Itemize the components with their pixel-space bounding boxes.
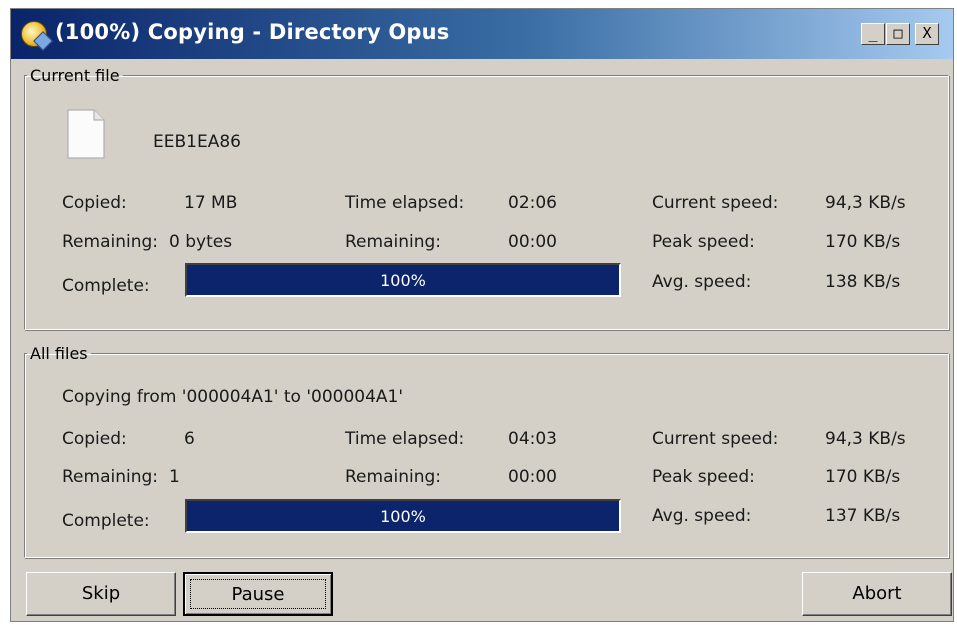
close-button[interactable]: X [915, 23, 939, 45]
skip-button-label: Skip [81, 583, 121, 604]
all-avg-speed-label: Avg. speed: [652, 506, 752, 526]
current-file-legend: Current file [30, 66, 120, 85]
all-avg-speed-value: 137 KB/s [825, 506, 901, 526]
copy-dialog-window: (100%) Copying - Directory Opus _ □ X Cu… [10, 8, 954, 622]
current-copied-value: 17 MB [184, 193, 238, 213]
current-file-progress-text: 100% [380, 271, 426, 290]
all-peak-speed-label: Peak speed: [652, 467, 755, 487]
minimize-button[interactable]: _ [861, 23, 885, 45]
all-current-speed-value: 94,3 KB/s [825, 429, 906, 449]
all-time-elapsed-label: Time elapsed: [345, 429, 465, 449]
file-icon [67, 109, 105, 159]
current-file-progress-bar: 100% [185, 263, 621, 297]
pause-button[interactable]: Pause [183, 572, 333, 616]
all-complete-label: Complete: [62, 511, 150, 531]
all-current-speed-label: Current speed: [652, 429, 779, 449]
current-time-elapsed-value: 02:06 [508, 193, 557, 213]
title-bar[interactable]: (100%) Copying - Directory Opus _ □ X [11, 9, 953, 59]
all-copied-label: Copied: [62, 429, 127, 449]
all-peak-speed-value: 170 KB/s [825, 467, 901, 487]
current-peak-speed-label: Peak speed: [652, 232, 755, 252]
all-remaining-value: 1 [169, 467, 180, 487]
window-title: (100%) Copying - Directory Opus [55, 20, 450, 44]
pause-button-label: Pause [231, 584, 285, 605]
directory-opus-icon [21, 21, 47, 47]
all-copied-value: 6 [184, 429, 195, 449]
all-time-remaining-label: Remaining: [345, 467, 441, 487]
all-files-legend: All files [30, 344, 88, 363]
current-time-remaining-label: Remaining: [345, 232, 441, 252]
skip-button[interactable]: Skip [26, 572, 176, 616]
maximize-button[interactable]: □ [886, 23, 910, 45]
all-files-progress-text: 100% [380, 507, 426, 526]
current-time-remaining-value: 00:00 [508, 232, 557, 252]
current-avg-speed-label: Avg. speed: [652, 272, 752, 292]
current-remaining-value: 0 bytes [169, 232, 233, 252]
current-file-name: EEB1EA86 [153, 132, 241, 152]
current-avg-speed-value: 138 KB/s [825, 272, 901, 292]
all-files-progress-bar: 100% [185, 499, 621, 533]
current-remaining-label: Remaining: [62, 232, 158, 252]
abort-button[interactable]: Abort [802, 572, 952, 616]
current-speed-label: Current speed: [652, 193, 779, 213]
current-speed-value: 94,3 KB/s [825, 193, 906, 213]
copying-from-to-text: Copying from '000004A1' to '000004A1' [62, 387, 404, 407]
all-time-elapsed-value: 04:03 [508, 429, 557, 449]
current-peak-speed-value: 170 KB/s [825, 232, 901, 252]
current-time-elapsed-label: Time elapsed: [345, 193, 465, 213]
all-remaining-label: Remaining: [62, 467, 158, 487]
abort-button-label: Abort [852, 583, 902, 604]
current-complete-label: Complete: [62, 276, 150, 296]
all-time-remaining-value: 00:00 [508, 467, 557, 487]
current-copied-label: Copied: [62, 193, 127, 213]
